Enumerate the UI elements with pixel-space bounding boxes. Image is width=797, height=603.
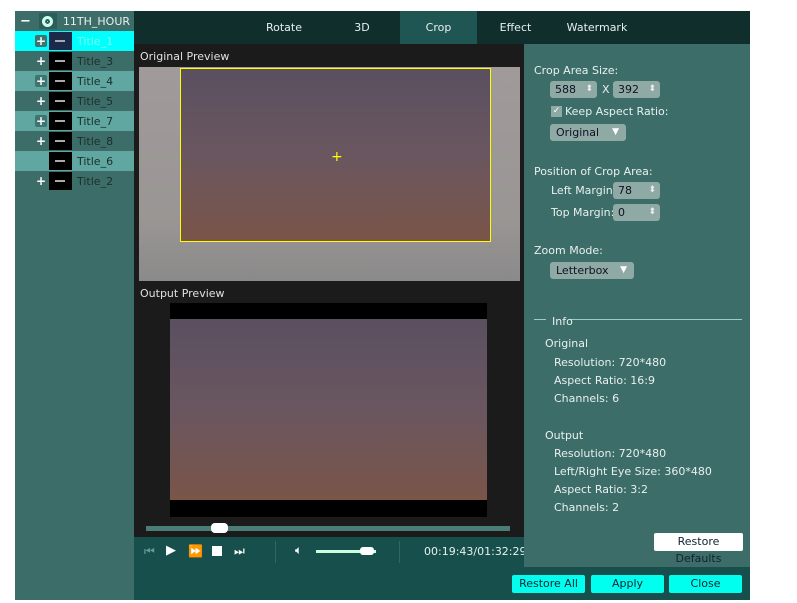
sidebar-item-title_6[interactable]: Title_6: [15, 151, 134, 171]
info-out-resolution: Resolution: 720*480: [554, 447, 667, 460]
title-tree: − 11TH_HOUR + Title_1 + Title_3 + Title_4 + Tit…: [15, 11, 134, 600]
preview-area: Original Preview + Output Preview ⏮ ▶ ⏩ …: [134, 44, 527, 567]
seek-handle[interactable]: [210, 523, 228, 533]
info-out-eye-size: Left/Right Eye Size: 360*480: [554, 465, 712, 478]
zoom-mode-value: Letterbox: [556, 264, 609, 277]
tab-rotate[interactable]: Rotate: [246, 11, 322, 44]
left-margin-input[interactable]: 78: [613, 182, 660, 199]
sidebar-item-label: Title_2: [77, 174, 114, 188]
play-icon[interactable]: ▶: [166, 543, 176, 558]
thumbnail: [49, 152, 72, 170]
restore-all-button[interactable]: Restore All: [512, 575, 585, 593]
expand-icon[interactable]: +: [35, 174, 47, 188]
volume-icon[interactable]: 🔈︎: [295, 543, 302, 558]
top-margin-label: Top Margin:: [551, 206, 615, 219]
expand-icon[interactable]: +: [35, 94, 47, 108]
position-label: Position of Crop Area:: [534, 165, 653, 178]
sidebar-item-label: Title_3: [77, 54, 114, 68]
info-out-aspect: Aspect Ratio: 3:2: [554, 483, 649, 496]
sidebar-item-title_5[interactable]: + Title_5: [15, 91, 134, 111]
restore-defaults-button[interactable]: Restore Defaults: [654, 533, 743, 565]
sidebar-item-title_8[interactable]: + Title_8: [15, 131, 134, 151]
sidebar-item-title_4[interactable]: + Title_4: [15, 71, 134, 91]
seek-bar[interactable]: [146, 526, 510, 531]
tab-effect[interactable]: Effect: [477, 11, 554, 44]
expand-icon[interactable]: +: [35, 34, 47, 48]
thumbnail: [49, 52, 72, 70]
tab-crop[interactable]: Crop: [400, 11, 477, 44]
thumbnail: [49, 132, 72, 150]
left-margin-label: Left Margin:: [551, 184, 617, 197]
collapse-icon[interactable]: −: [20, 14, 31, 29]
skip-back-icon[interactable]: ⏮: [144, 544, 155, 559]
player-controls: ⏮ ▶ ⏩ ⏭ 🔈︎ 00:19:43/01:32:29: [134, 537, 527, 567]
tab-watermark[interactable]: Watermark: [554, 11, 640, 44]
info-title: Info: [552, 315, 573, 328]
close-button[interactable]: Close: [669, 575, 742, 593]
sidebar-item-label: Title_7: [77, 114, 114, 128]
expand-icon: [35, 155, 47, 167]
original-preview: +: [139, 67, 520, 281]
expand-icon[interactable]: +: [35, 114, 47, 128]
tab-3d[interactable]: 3D: [324, 11, 400, 44]
thumbnail: [49, 92, 72, 110]
sidebar-item-label: Title_6: [77, 154, 114, 168]
expand-icon[interactable]: +: [35, 74, 47, 88]
crop-height-input[interactable]: 392: [613, 81, 660, 98]
info-orig-aspect: Aspect Ratio: 16:9: [554, 374, 656, 387]
disc-icon: [38, 13, 57, 29]
crop-size-label: Crop Area Size:: [534, 64, 619, 77]
chevron-down-icon: ▼: [620, 265, 627, 275]
sidebar-item-label: Title_1: [77, 34, 114, 48]
stop-icon[interactable]: [212, 546, 222, 556]
skip-forward-icon[interactable]: ⏭: [234, 544, 245, 559]
info-out-channels: Channels: 2: [554, 501, 620, 514]
keep-aspect-checkbox[interactable]: ✓: [551, 106, 562, 117]
sidebar-item-label: Title_5: [77, 94, 114, 108]
sidebar-item-title_7[interactable]: + Title_7: [15, 111, 134, 131]
crop-settings-panel: Crop Area Size: 588 X 392 ✓ Keep Aspect …: [524, 44, 750, 567]
output-preview: [170, 303, 487, 517]
sidebar-item-title_2[interactable]: + Title_2: [15, 171, 134, 191]
tree-root[interactable]: − 11TH_HOUR: [15, 11, 134, 31]
sidebar-item-label: Title_8: [77, 134, 114, 148]
thumbnail: [49, 32, 72, 50]
volume-handle[interactable]: [360, 547, 374, 555]
expand-icon[interactable]: +: [35, 134, 47, 148]
fast-forward-icon[interactable]: ⏩: [188, 544, 203, 558]
output-preview-label: Output Preview: [140, 287, 225, 300]
original-preview-label: Original Preview: [140, 50, 230, 63]
sidebar-item-title_1[interactable]: + Title_1: [15, 31, 134, 51]
bottom-bar: Restore All Apply Close: [134, 567, 750, 600]
root-label: 11TH_HOUR: [62, 14, 131, 28]
chevron-down-icon: ▼: [612, 127, 619, 137]
thumbnail: [49, 72, 72, 90]
size-separator: X: [602, 83, 610, 96]
sidebar-item-label: Title_4: [77, 74, 114, 88]
time-display: 00:19:43/01:32:29: [424, 545, 527, 558]
aspect-ratio-value: Original: [556, 126, 600, 139]
sidebar-item-title_3[interactable]: + Title_3: [15, 51, 134, 71]
keep-aspect-label: Keep Aspect Ratio:: [565, 105, 669, 118]
tab-bar: Rotate 3D Crop Effect Watermark: [134, 11, 750, 44]
apply-button[interactable]: Apply: [591, 575, 664, 593]
top-margin-input[interactable]: 0: [613, 204, 660, 221]
thumbnail: [49, 172, 72, 190]
expand-icon[interactable]: +: [35, 54, 47, 68]
crop-frame[interactable]: +: [180, 68, 491, 242]
info-orig-resolution: Resolution: 720*480: [554, 356, 667, 369]
info-orig-channels: Channels: 6: [554, 392, 620, 405]
crosshair-icon: +: [331, 149, 343, 165]
info-output: Output: [545, 429, 584, 442]
aspect-ratio-dropdown[interactable]: Original ▼: [550, 124, 626, 141]
crop-width-input[interactable]: 588: [550, 81, 597, 98]
zoom-mode-label: Zoom Mode:: [534, 244, 603, 257]
thumbnail: [49, 112, 72, 130]
zoom-mode-dropdown[interactable]: Letterbox ▼: [550, 262, 634, 279]
info-original: Original: [545, 337, 589, 350]
